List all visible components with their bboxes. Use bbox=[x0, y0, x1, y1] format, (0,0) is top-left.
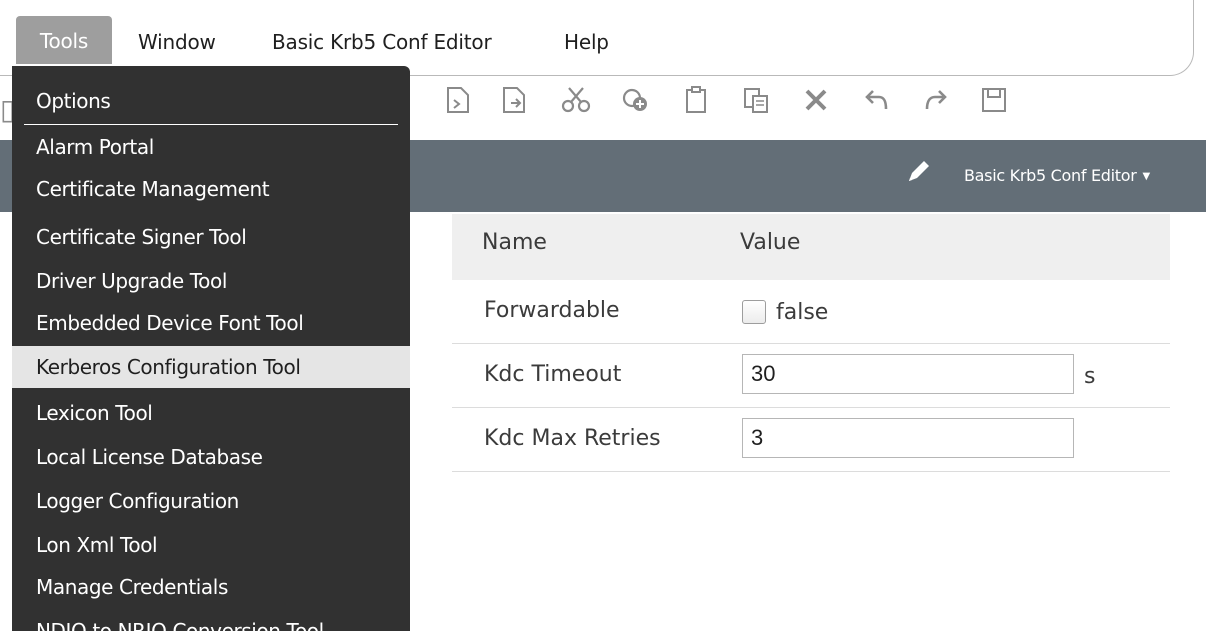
cut-icon[interactable] bbox=[558, 86, 594, 122]
delete-icon[interactable] bbox=[798, 86, 834, 122]
menu-item-driver-upgrade-tool[interactable]: Driver Upgrade Tool bbox=[12, 260, 410, 302]
tools-menu: Options Alarm Portal Certificate Managem… bbox=[12, 66, 410, 631]
table-row: Kdc Timeout s bbox=[452, 344, 1170, 408]
menu-item-lexicon-tool[interactable]: Lexicon Tool bbox=[12, 392, 410, 434]
clipboard-icon[interactable] bbox=[678, 86, 714, 122]
caret-down-icon: ▼ bbox=[1142, 171, 1151, 182]
property-name-kdc-max-retries: Kdc Max Retries bbox=[484, 426, 661, 451]
pencil-icon[interactable] bbox=[900, 158, 936, 194]
toolbar-edge-icon: ▯ bbox=[0, 93, 16, 126]
menu-item-logger-configuration[interactable]: Logger Configuration bbox=[12, 480, 410, 522]
forwardable-checkbox[interactable] bbox=[742, 300, 766, 324]
menu-help[interactable]: Help bbox=[564, 24, 609, 60]
menu-separator bbox=[24, 124, 398, 125]
table-row: Kdc Max Retries bbox=[452, 408, 1170, 472]
property-name-kdc-timeout: Kdc Timeout bbox=[484, 362, 622, 387]
kdc-max-retries-input[interactable] bbox=[742, 418, 1074, 458]
column-header-value[interactable]: Value bbox=[740, 230, 800, 255]
app-window: Tools Window Basic Krb5 Conf Editor Help… bbox=[0, 0, 1206, 631]
save-icon[interactable] bbox=[976, 86, 1012, 122]
menu-basic-krb5-conf-editor[interactable]: Basic Krb5 Conf Editor bbox=[272, 24, 492, 60]
open-document-icon[interactable] bbox=[496, 86, 532, 122]
copy-icon[interactable] bbox=[618, 86, 654, 122]
menu-item-certificate-signer-tool[interactable]: Certificate Signer Tool bbox=[12, 216, 410, 258]
forwardable-value: false bbox=[776, 300, 829, 325]
property-name-forwardable: Forwardable bbox=[484, 298, 620, 323]
new-document-icon[interactable] bbox=[440, 86, 476, 122]
menu-item-local-license-database[interactable]: Local License Database bbox=[12, 436, 410, 478]
menu-item-options[interactable]: Options bbox=[12, 80, 410, 122]
menu-item-ndio-to-nrio-conversion-tool[interactable]: NDIO to NRIO Conversion Tool bbox=[12, 610, 410, 631]
menu-item-embedded-device-font-tool[interactable]: Embedded Device Font Tool bbox=[12, 302, 410, 344]
paste-icon[interactable] bbox=[738, 86, 774, 122]
property-sheet-header: Name Value bbox=[452, 214, 1170, 280]
kdc-timeout-input[interactable] bbox=[742, 354, 1074, 394]
view-selector-label: Basic Krb5 Conf Editor bbox=[964, 166, 1137, 185]
view-selector[interactable]: Basic Krb5 Conf Editor ▼ bbox=[964, 158, 1150, 194]
menu-item-kerberos-configuration-tool[interactable]: Kerberos Configuration Tool bbox=[12, 346, 410, 388]
menu-item-certificate-management[interactable]: Certificate Management bbox=[12, 168, 410, 210]
menu-item-manage-credentials[interactable]: Manage Credentials bbox=[12, 566, 410, 608]
menu-window[interactable]: Window bbox=[138, 24, 216, 60]
redo-icon[interactable] bbox=[918, 86, 954, 122]
undo-icon[interactable] bbox=[858, 86, 894, 122]
column-header-name[interactable]: Name bbox=[482, 230, 547, 255]
menu-item-lon-xml-tool[interactable]: Lon Xml Tool bbox=[12, 524, 410, 566]
table-row: Forwardable false bbox=[452, 280, 1170, 344]
menu-tools[interactable]: Tools bbox=[16, 16, 112, 64]
menu-item-alarm-portal[interactable]: Alarm Portal bbox=[12, 126, 410, 168]
property-sheet: Name Value Forwardable false Kdc Timeout… bbox=[452, 214, 1170, 472]
kdc-timeout-unit: s bbox=[1084, 364, 1096, 389]
